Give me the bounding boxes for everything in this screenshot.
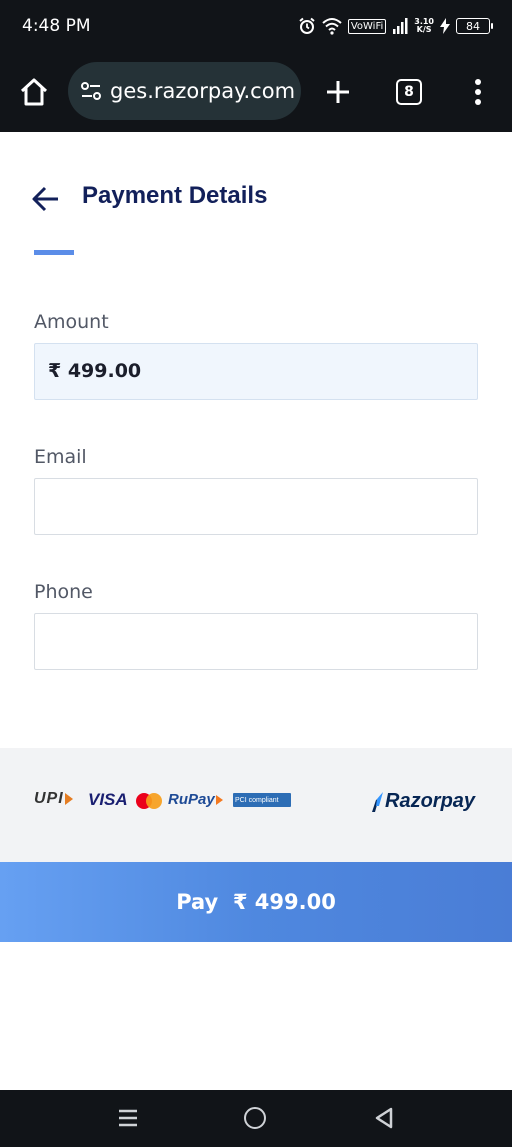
upi-logo: UPI [34,790,73,808]
wifi-icon [322,18,342,35]
more-menu-icon[interactable] [466,76,490,108]
status-icons: VoWiFi 3.10 K/S 84 [298,14,493,38]
status-bar: 4:48 PM VoWiFi 3.10 K/S 84 [0,0,512,52]
new-tab-icon[interactable] [322,76,354,108]
tab-switcher-button[interactable]: 8 [396,79,422,105]
rupay-logo: RuPay [168,791,223,808]
title-underline [34,250,74,255]
amount-value: ₹ 499.00 [48,360,142,382]
razorpay-mark-icon [372,791,383,812]
address-bar[interactable]: ges.razorpay.com [68,62,301,120]
pay-button-label: Pay ₹ 499.00 [176,890,336,914]
visa-logo: VISA [88,790,128,809]
amount-field[interactable]: ₹ 499.00 [34,343,478,400]
rupay-arrow-icon [215,795,223,806]
site-settings-icon[interactable] [80,80,102,102]
system-home-icon[interactable] [244,1107,266,1129]
phone-field[interactable] [34,613,478,670]
rupay-text: RuPay [168,791,215,808]
signal-icon [393,18,408,34]
payment-methods-footer: UPI VISA RuPay PCI compliant Razorpay [0,748,512,862]
status-time: 4:48 PM [22,16,91,36]
system-back-icon[interactable] [373,1107,395,1129]
email-field[interactable] [34,478,478,535]
system-navigation-bar [0,1090,512,1147]
mastercard-logo [136,793,162,809]
page-title: Payment Details [82,182,268,209]
back-arrow-icon[interactable] [30,184,62,214]
pci-compliant-badge: PCI compliant [233,793,291,807]
browser-toolbar: ges.razorpay.com 8 [0,52,512,132]
amount-label: Amount [34,311,109,333]
razorpay-text: Razorpay [385,790,476,812]
email-label: Email [34,446,87,468]
recent-apps-icon[interactable] [117,1108,139,1128]
razorpay-logo: Razorpay [370,790,475,813]
network-speed: 3.10 K/S [414,18,434,34]
charging-icon [440,18,450,34]
vowifi-badge: VoWiFi [347,18,387,34]
pay-button[interactable]: Pay ₹ 499.00 [0,862,512,942]
upi-arrow-icon [64,792,73,805]
url-text: ges.razorpay.com [110,79,296,103]
phone-label: Phone [34,581,93,603]
battery-indicator: 84 [456,18,493,34]
upi-text: UPI [34,790,64,807]
home-icon[interactable] [18,76,50,108]
mastercard-yellow-circle [146,793,162,809]
alarm-icon [299,17,315,34]
network-speed-unit: K/S [416,25,432,34]
